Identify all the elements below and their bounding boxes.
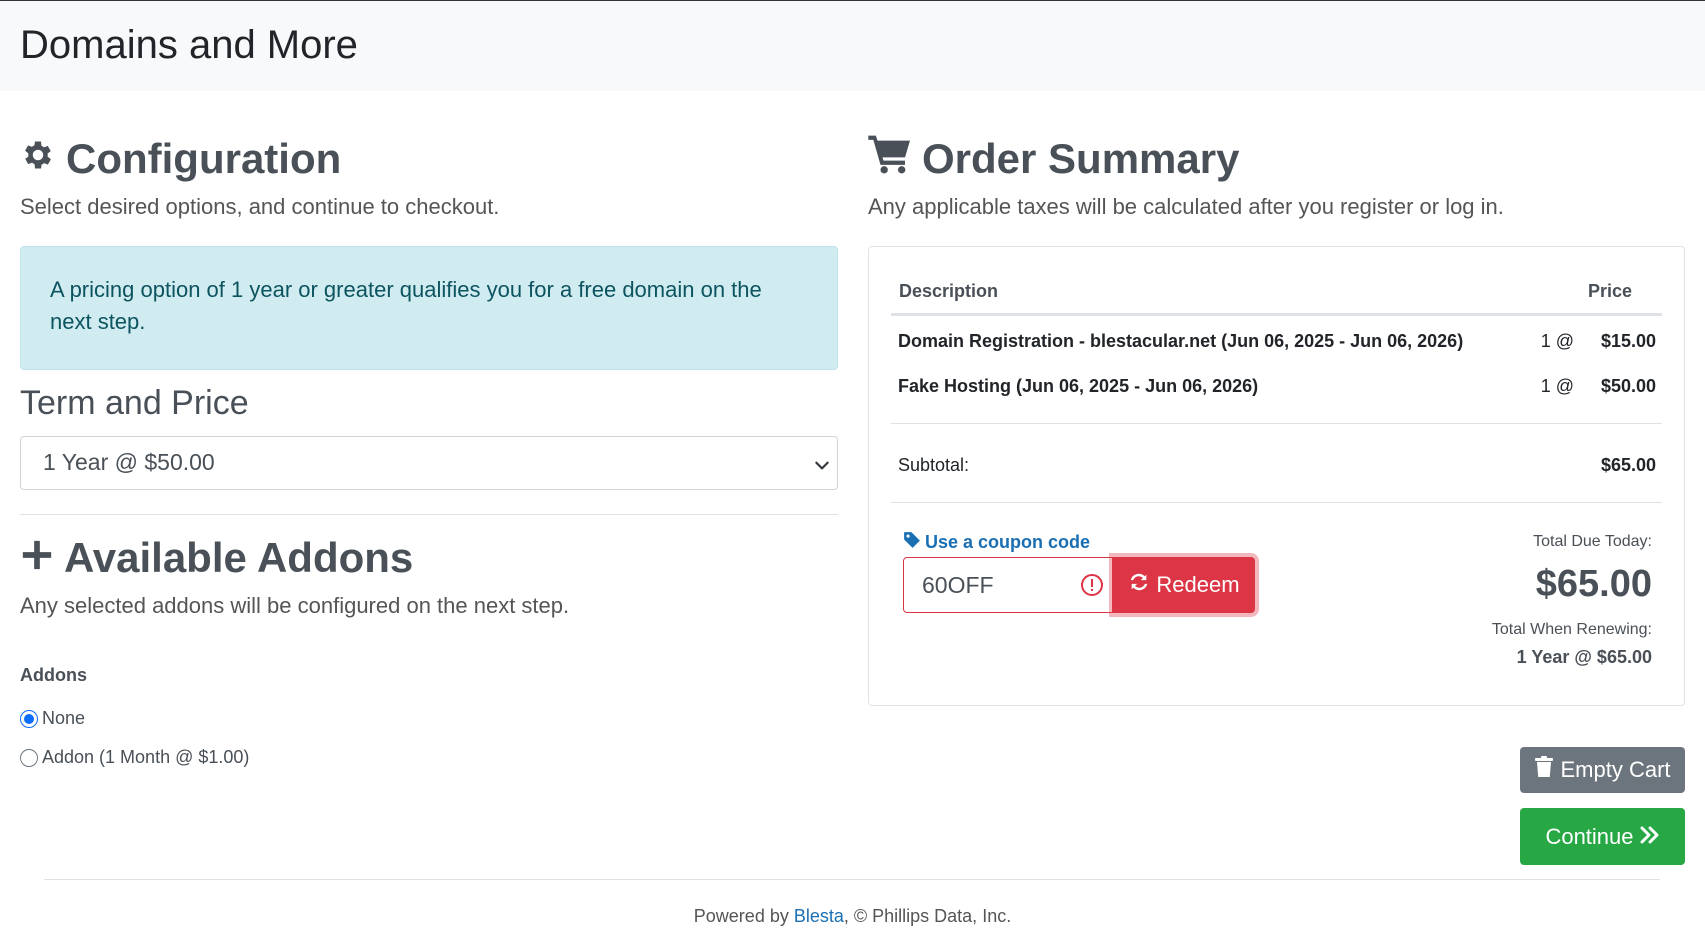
- subtotal-value: $65.00: [1600, 455, 1656, 475]
- price-header: Price: [1587, 281, 1632, 301]
- order-summary-subtitle: Any applicable taxes will be calculated …: [868, 194, 1504, 219]
- term-price-select[interactable]: 1 Year @ $50.00: [20, 436, 838, 490]
- total-due-value: $65.00: [1535, 563, 1652, 605]
- free-domain-alert: A pricing option of 1 year or greater qu…: [20, 246, 838, 370]
- total-due-label: Total Due Today:: [1533, 533, 1652, 550]
- term-price-label: Term and Price: [20, 384, 249, 422]
- addons-label: Addons: [20, 665, 87, 685]
- order-summary-panel: Order Summary Any applicable taxes will …: [868, 130, 1685, 706]
- configuration-subtitle: Select desired options, and continue to …: [20, 194, 500, 219]
- table-header-divider: [891, 313, 1662, 316]
- empty-cart-button[interactable]: Empty Cart: [1520, 747, 1685, 793]
- addon-option-addon[interactable]: Addon (1 Month @ $1.00): [20, 747, 838, 768]
- renew-label: Total When Renewing:: [1491, 621, 1652, 638]
- refresh-icon: [1128, 571, 1156, 599]
- divider: [891, 423, 1662, 424]
- cart-icon: [868, 134, 922, 184]
- coupon-link[interactable]: Use a coupon code: [903, 531, 1090, 554]
- table-row: Fake Hosting (Jun 06, 2025 - Jun 06, 202…: [898, 376, 1656, 396]
- addon-option-none[interactable]: None: [20, 708, 838, 729]
- order-summary-card: Description Price Domain Registration - …: [868, 246, 1685, 706]
- coupon-input[interactable]: 60OFF: [903, 557, 1113, 613]
- divider: [891, 502, 1662, 503]
- redeem-button[interactable]: Redeem: [1113, 557, 1255, 613]
- subtotal-label: Subtotal:: [898, 455, 970, 475]
- trash-icon: [1534, 756, 1560, 784]
- addons-subtitle: Any selected addons will be configured o…: [20, 593, 570, 618]
- footer: Powered by Blesta, © Phillips Data, Inc.: [693, 906, 1012, 926]
- divider: [20, 514, 838, 515]
- radio-none[interactable]: [20, 709, 38, 728]
- renew-value: 1 Year @ $65.00: [1516, 647, 1652, 667]
- configuration-heading: Configuration: [20, 130, 838, 188]
- tag-icon: [903, 531, 925, 554]
- blesta-link[interactable]: Blesta: [794, 906, 844, 926]
- addons-heading: Available Addons: [20, 529, 838, 587]
- error-icon: [1080, 573, 1104, 603]
- double-chevron-right-icon: [1634, 824, 1660, 850]
- continue-button[interactable]: Continue: [1520, 808, 1685, 865]
- table-row: Domain Registration - blestacular.net (J…: [898, 331, 1656, 351]
- configuration-panel: Configuration Select desired options, an…: [20, 130, 838, 768]
- page-title: Domains and More: [20, 23, 358, 67]
- order-summary-heading: Order Summary: [868, 130, 1685, 188]
- gear-icon: [20, 135, 66, 183]
- footer-divider: [44, 879, 1660, 880]
- radio-addon[interactable]: [20, 748, 38, 767]
- plus-icon: [20, 534, 64, 582]
- term-price-selected: 1 Year @ $50.00: [43, 449, 215, 475]
- description-header: Description: [899, 281, 999, 301]
- page-header: Domains and More: [0, 0, 1705, 91]
- chevron-down-icon: [813, 453, 831, 480]
- coupon-input-value: 60OFF: [922, 572, 994, 598]
